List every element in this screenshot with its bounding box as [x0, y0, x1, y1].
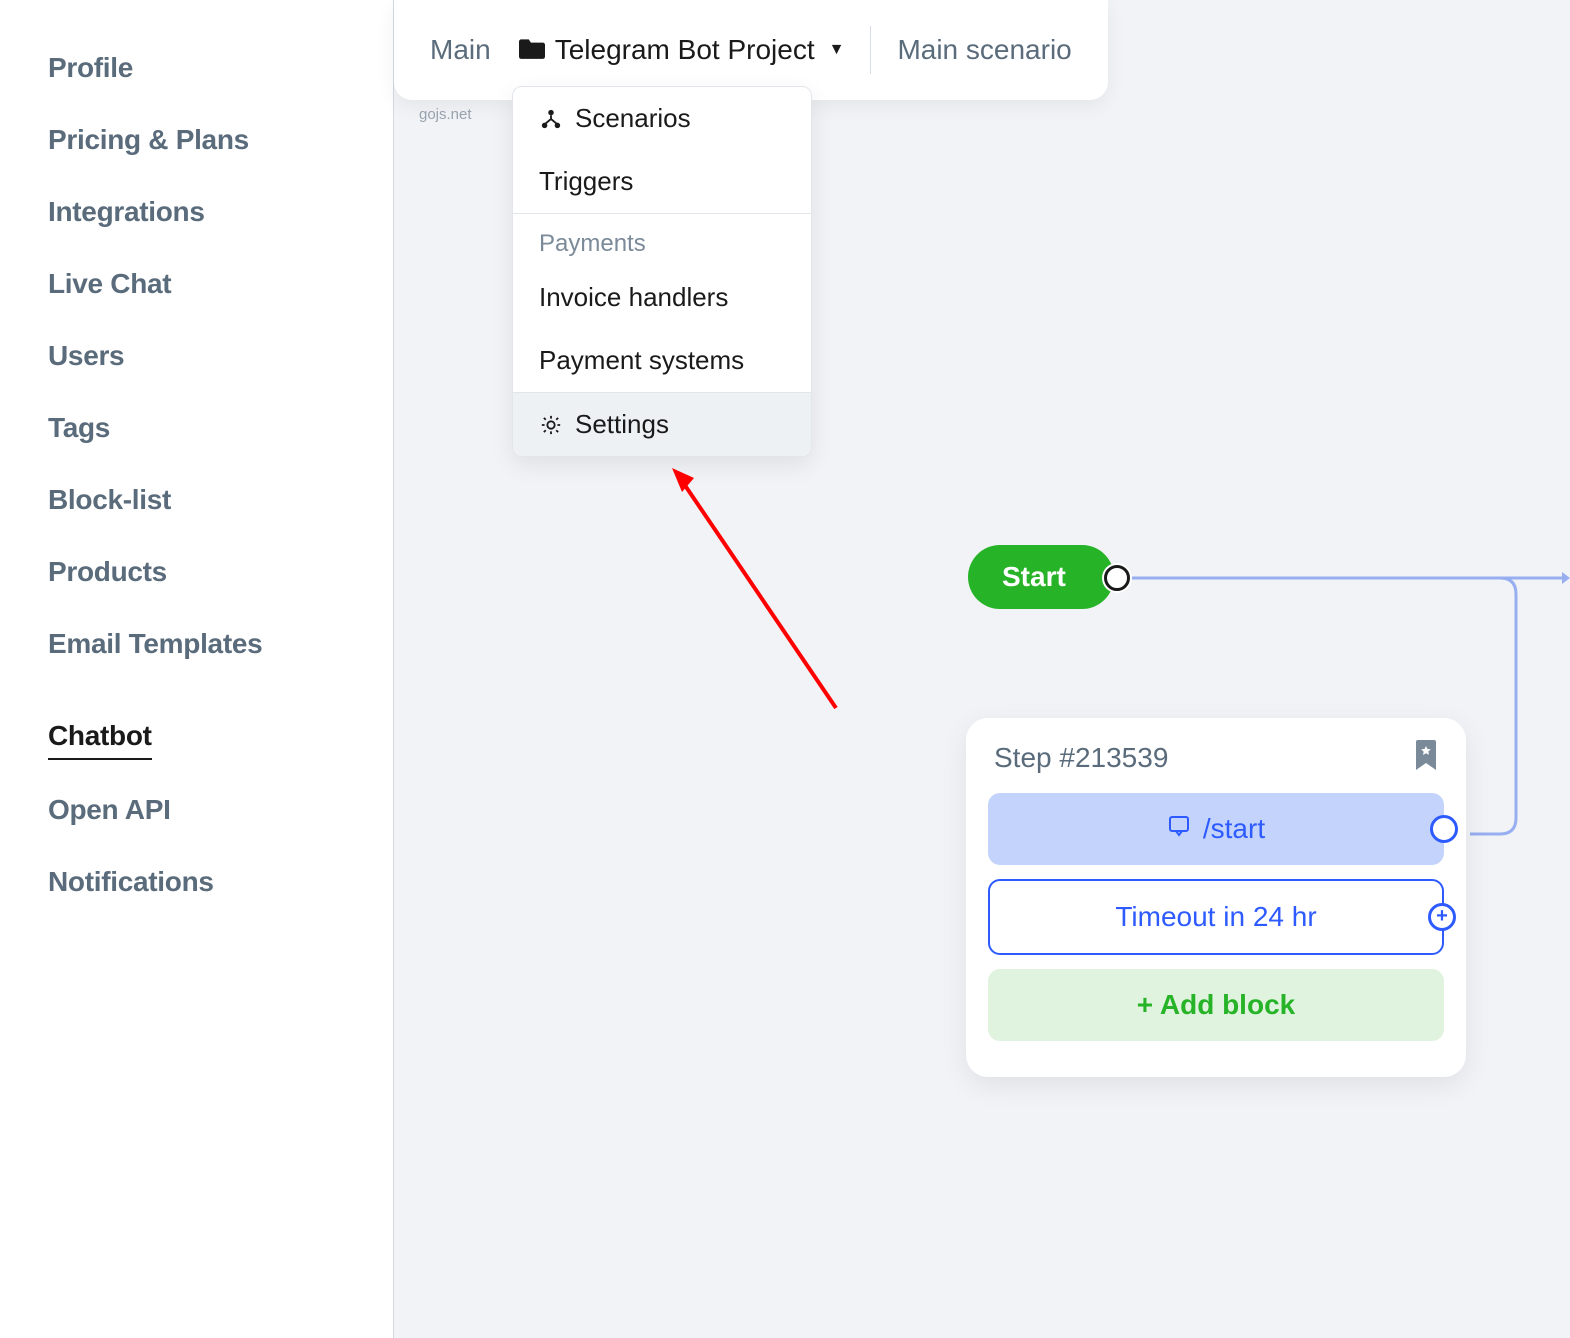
- step-block-add-port[interactable]: [1428, 903, 1456, 931]
- dropdown-item-invoice-handlers[interactable]: Invoice handlers: [513, 266, 811, 329]
- flow-step-card[interactable]: Step #213539 /start Timeout in 24 hr + A…: [966, 718, 1466, 1077]
- step-block-port[interactable]: [1430, 815, 1458, 843]
- dropdown-item-label: Payment systems: [539, 345, 744, 376]
- step-block-label: Timeout in 24 hr: [1115, 901, 1316, 932]
- scenarios-icon: [539, 108, 563, 130]
- sidebar-item-live-chat[interactable]: Live Chat: [48, 248, 393, 320]
- dropdown-section-payments: Payments: [513, 214, 811, 266]
- project-dropdown-menu: Scenarios Triggers Payments Invoice hand…: [512, 86, 812, 457]
- flow-start-label: Start: [1002, 561, 1066, 592]
- message-down-icon: [1167, 813, 1191, 845]
- sidebar-item-block-list[interactable]: Block-list: [48, 464, 393, 536]
- step-block-timeout[interactable]: Timeout in 24 hr: [988, 879, 1444, 955]
- sidebar-item-pricing[interactable]: Pricing & Plans: [48, 104, 393, 176]
- breadcrumb-divider: [870, 26, 871, 74]
- dropdown-item-scenarios[interactable]: Scenarios: [513, 87, 811, 150]
- dropdown-item-triggers[interactable]: Triggers: [513, 150, 811, 213]
- breadcrumb-project-dropdown[interactable]: Telegram Bot Project ▼: [519, 34, 845, 66]
- breadcrumb-project-label: Telegram Bot Project: [555, 34, 815, 66]
- dropdown-item-label: Scenarios: [575, 103, 691, 134]
- sidebar-item-products[interactable]: Products: [48, 536, 393, 608]
- gojs-watermark: gojs.net: [419, 106, 472, 123]
- sidebar-item-chatbot[interactable]: Chatbot: [48, 700, 152, 760]
- flow-start-node[interactable]: Start: [968, 545, 1114, 609]
- sidebar-item-open-api[interactable]: Open API: [48, 774, 393, 846]
- flow-start-port[interactable]: [1104, 565, 1130, 591]
- dropdown-item-label: Settings: [575, 409, 669, 440]
- sidebar-item-notifications[interactable]: Notifications: [48, 846, 393, 918]
- breadcrumb-bar: Main Telegram Bot Project ▼ Main scenari…: [394, 0, 1108, 100]
- breadcrumb-scenario[interactable]: Main scenario: [897, 34, 1071, 66]
- sidebar-item-profile[interactable]: Profile: [48, 32, 393, 104]
- dropdown-item-label: Triggers: [539, 166, 633, 197]
- sidebar-item-email-templates[interactable]: Email Templates: [48, 608, 393, 680]
- sidebar-item-tags[interactable]: Tags: [48, 392, 393, 464]
- sidebar-item-integrations[interactable]: Integrations: [48, 176, 393, 248]
- dropdown-item-payment-systems[interactable]: Payment systems: [513, 329, 811, 392]
- dropdown-item-settings[interactable]: Settings: [513, 393, 811, 456]
- gear-icon: [539, 414, 563, 436]
- step-block-start-command[interactable]: /start: [988, 793, 1444, 865]
- bookmark-icon[interactable]: [1414, 740, 1438, 775]
- step-block-label: /start: [1203, 813, 1265, 845]
- breadcrumb-main[interactable]: Main: [430, 34, 519, 66]
- step-header: Step #213539: [988, 740, 1444, 793]
- step-title: Step #213539: [994, 742, 1168, 774]
- sidebar-item-users[interactable]: Users: [48, 320, 393, 392]
- sidebar: Profile Pricing & Plans Integrations Liv…: [0, 0, 394, 1338]
- step-block-label: + Add block: [1137, 989, 1295, 1020]
- dropdown-item-label: Invoice handlers: [539, 282, 728, 313]
- folder-icon: [519, 34, 545, 66]
- chevron-down-icon: ▼: [829, 41, 845, 59]
- step-add-block-button[interactable]: + Add block: [988, 969, 1444, 1041]
